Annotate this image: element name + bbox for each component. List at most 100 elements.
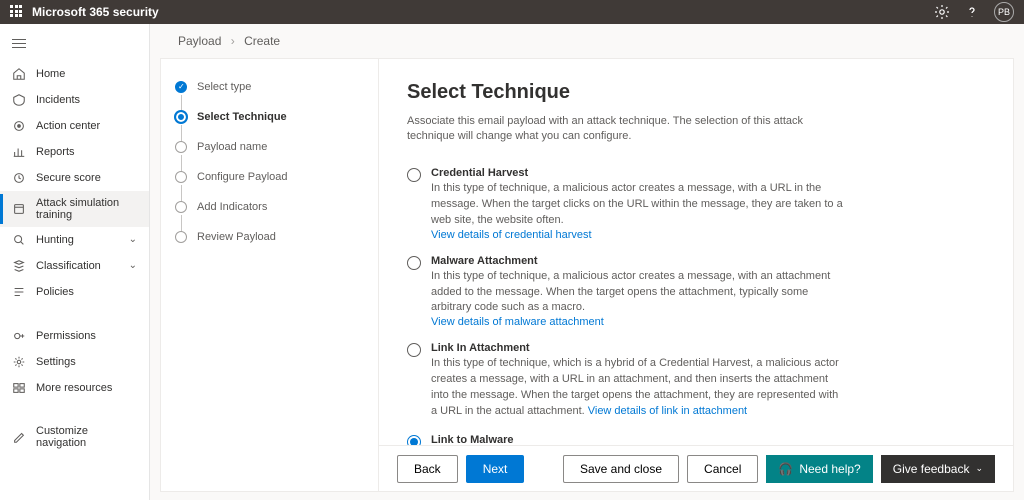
wizard-steps: Select type Select Technique Payload name C… [161,59,379,491]
sidebar-item-label: Hunting [36,234,74,246]
hamburger-icon[interactable] [0,32,149,61]
wizard-footer: Back Next Save and close Cancel 🎧Need he… [379,445,1013,491]
technique-option[interactable]: Credential Harvest In this type of techni… [407,167,847,241]
panel-subtitle: Associate this email payload with an att… [407,114,837,145]
content-card: Select type Select Technique Payload name C… [160,58,1014,492]
chevron-down-icon: ⌄ [129,234,137,245]
details-link[interactable]: View details of credential harvest [431,229,592,241]
sidebar-item-label: Action center [36,120,100,132]
sidebar-item-label: More resources [36,382,112,394]
sidebar-item-label: Classification [36,260,101,272]
sidebar-item-attack-simulation-training[interactable]: Attack simulation training [0,191,149,227]
sidebar-item-hunting[interactable]: Hunting ⌄ [0,227,149,253]
headset-icon: 🎧 [778,462,793,476]
technique-option[interactable]: Malware Attachment In this type of techni… [407,255,847,329]
sidebar-item-more-resources[interactable]: More resources [0,375,149,401]
sidebar-item-label: Policies [36,286,74,298]
chevron-down-icon: ⌄ [975,463,983,474]
save-close-button[interactable]: Save and close [563,455,679,483]
sidebar-item-permissions[interactable]: Permissions [0,323,149,349]
back-button[interactable]: Back [397,455,458,483]
step-label: Configure Payload [197,171,288,183]
sidebar-item-secure-score[interactable]: Secure score [0,165,149,191]
sidebar-item-label: Settings [36,356,76,368]
option-desc: In this type of technique, a malicious a… [431,181,847,229]
main-area: Payload › Create Select type Select Techn… [150,24,1024,500]
sidebar-item-label: Secure score [36,172,101,184]
settings-icon [12,355,26,369]
sidebar-item-reports[interactable]: Reports [0,139,149,165]
technique-option[interactable]: Link In Attachment In this type of techni… [407,342,847,420]
chevron-down-icon: ⌄ [129,260,137,271]
step-dot-icon [175,111,187,123]
wizard-step[interactable]: Add Indicators [175,201,364,231]
step-label: Select type [197,81,251,93]
permissions-icon [12,329,26,343]
sidebar-item-settings[interactable]: Settings [0,349,149,375]
option-desc: In this type of technique, a malicious a… [431,269,847,317]
classification-icon [12,259,26,273]
app-title: Microsoft 365 security [32,5,934,19]
attack-icon [12,202,26,216]
sidebar-item-incidents[interactable]: Incidents [0,87,149,113]
cancel-button[interactable]: Cancel [687,455,758,483]
need-help-button[interactable]: 🎧Need help? [766,455,872,483]
sidebar-item-label: Attack simulation training [36,197,137,221]
next-button[interactable]: Next [466,455,525,483]
panel-heading: Select Technique [407,81,985,104]
sidebar: Home Incidents Action center Reports Secure … [0,24,150,500]
step-label: Payload name [197,141,267,153]
step-dot-icon [175,81,187,93]
radio-icon [407,256,421,270]
sidebar-item-action-center[interactable]: Action center [0,113,149,139]
wizard-step[interactable]: Select Technique [175,111,364,141]
wizard-panel: Select Technique Associate this email pa… [379,59,1013,491]
secure-icon [12,171,26,185]
step-dot-icon [175,141,187,153]
sidebar-item-label: Reports [36,146,75,158]
policies-icon [12,285,26,299]
action-icon [12,119,26,133]
wizard-step[interactable]: Review Payload [175,231,364,243]
reports-icon [12,145,26,159]
details-link[interactable]: View details of malware attachment [431,316,604,328]
breadcrumb: Payload › Create [150,24,1024,58]
details-link[interactable]: View details of link in attachment [588,405,747,417]
incidents-icon [12,93,26,107]
step-label: Review Payload [197,231,276,243]
waffle-icon[interactable] [10,5,24,19]
sidebar-item-label: Permissions [36,330,96,342]
home-icon [12,67,26,81]
step-dot-icon [175,201,187,213]
topbar: Microsoft 365 security PB [0,0,1024,24]
customize-icon [12,430,26,444]
step-label: Select Technique [197,111,287,123]
radio-icon [407,343,421,357]
step-label: Add Indicators [197,201,267,213]
step-dot-icon [175,231,187,243]
wizard-step[interactable]: Select type [175,81,364,111]
option-desc: In this type of technique, which is a hy… [431,356,847,420]
sidebar-item-label: Home [36,68,65,80]
option-title: Credential Harvest [431,167,847,179]
hunting-icon [12,233,26,247]
sidebar-item-policies[interactable]: Policies [0,279,149,305]
radio-icon [407,168,421,182]
sidebar-item-label: Incidents [36,94,80,106]
more-icon [12,381,26,395]
sidebar-item-label: Customize navigation [36,425,137,449]
gear-icon[interactable] [934,4,950,20]
give-feedback-button[interactable]: Give feedback⌄ [881,455,995,483]
option-title: Link In Attachment [431,342,847,354]
help-icon[interactable] [964,4,980,20]
option-title: Malware Attachment [431,255,847,267]
sidebar-item-classification[interactable]: Classification ⌄ [0,253,149,279]
sidebar-item-home[interactable]: Home [0,61,149,87]
breadcrumb-current: Create [244,34,280,48]
avatar[interactable]: PB [994,2,1014,22]
sidebar-item-customize-navigation[interactable]: Customize navigation [0,419,149,455]
step-dot-icon [175,171,187,183]
wizard-step[interactable]: Payload name [175,141,364,171]
wizard-step[interactable]: Configure Payload [175,171,364,201]
breadcrumb-root[interactable]: Payload [178,34,221,48]
